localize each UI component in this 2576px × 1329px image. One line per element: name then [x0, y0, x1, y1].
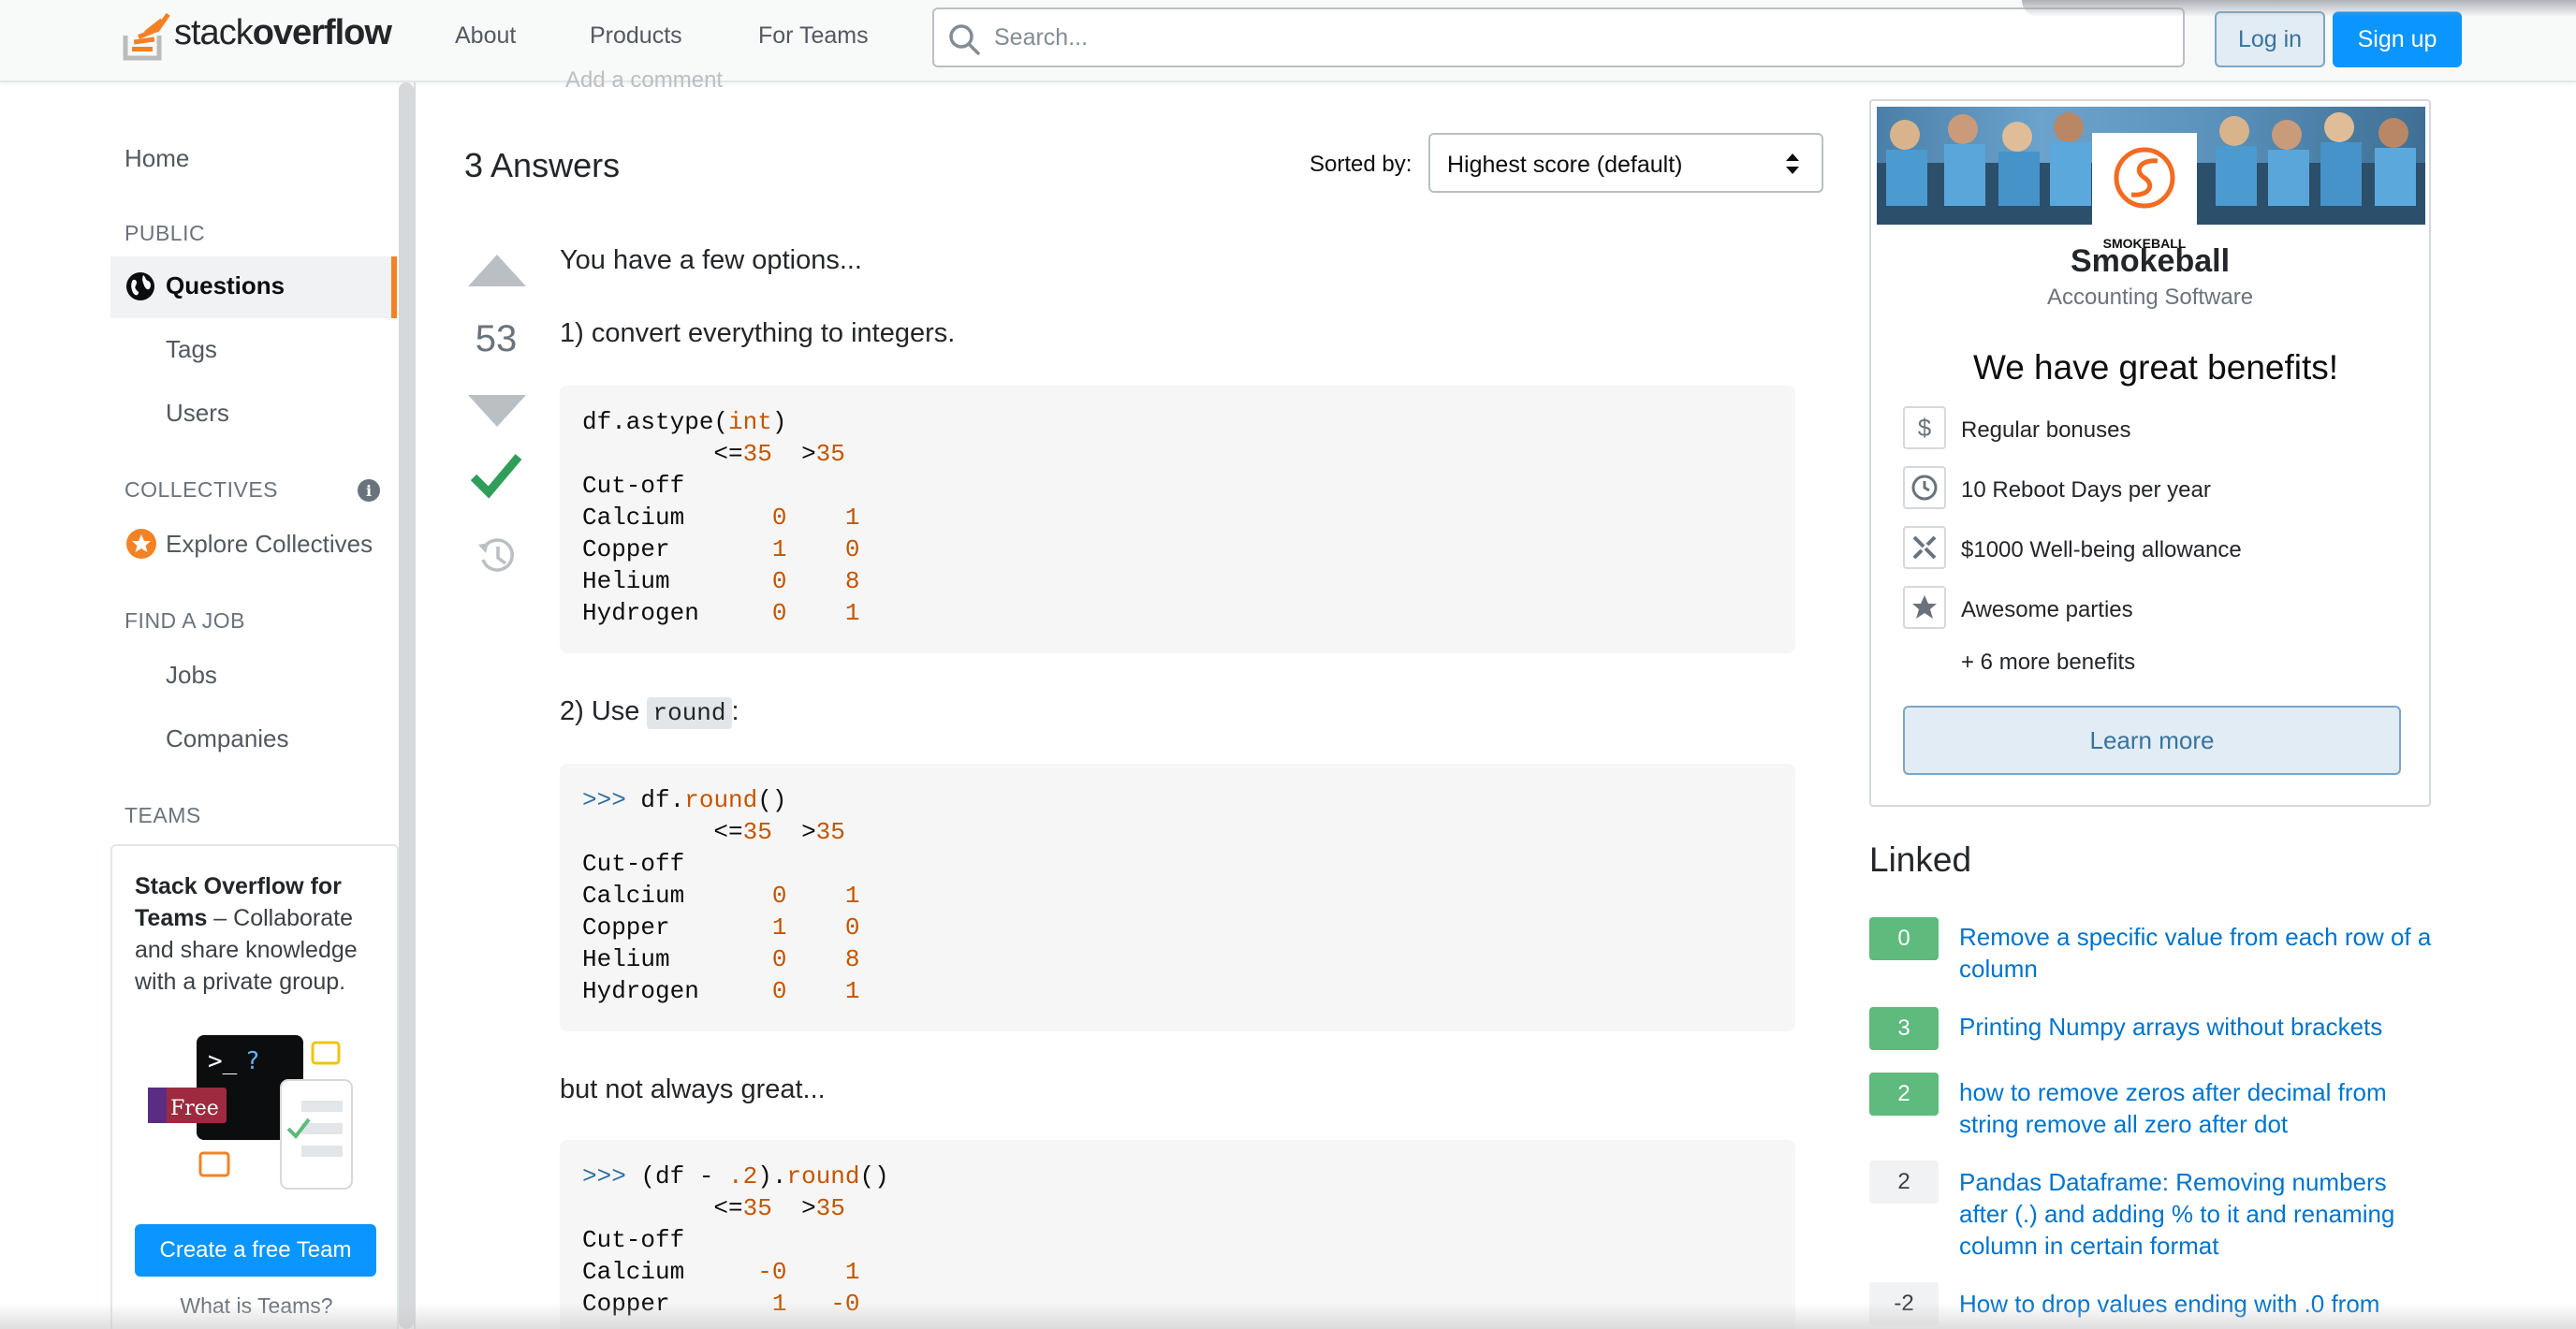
clock-icon — [1903, 466, 1946, 509]
globe-icon — [126, 272, 154, 300]
downvote-icon[interactable] — [466, 391, 528, 429]
linked-heading: Linked — [1869, 840, 1972, 879]
linked-question-link[interactable]: Printing Numpy arrays without brackets — [1959, 1011, 2438, 1043]
logo-wordmark: stackoverflow — [174, 12, 392, 52]
linked-question-link[interactable]: Remove a specific value from each row of… — [1959, 921, 2438, 985]
smokeball-logo-icon — [2114, 147, 2175, 209]
sidebar-item-questions-label: Questions — [166, 271, 285, 299]
search-input[interactable]: Search... — [932, 7, 2185, 67]
sort-select[interactable]: Highest score (default) — [1428, 133, 1823, 193]
overlay-shadow — [2022, 0, 2576, 17]
sidebar-item-tags[interactable]: Tags — [166, 335, 217, 364]
upvote-icon[interactable] — [466, 253, 528, 290]
svg-text:?: ? — [245, 1047, 260, 1075]
add-comment-link[interactable]: Add a comment — [565, 67, 723, 94]
sidebar-scrollbar[interactable] — [399, 82, 414, 1329]
benefit-item: 10 Reboot Days per year — [1961, 477, 2211, 503]
dollar-icon: $ — [1903, 406, 1946, 449]
answer-paragraph-4: but not always great... — [560, 1074, 826, 1104]
linked-score-badge: 2 — [1869, 1073, 1939, 1116]
answer-paragraph-1: You have a few options... — [560, 245, 862, 275]
info-icon[interactable]: i — [358, 479, 380, 502]
history-icon[interactable] — [476, 535, 517, 577]
linked-score-badge: 2 — [1869, 1161, 1939, 1204]
ad-company-name[interactable]: Smokeball — [1871, 243, 2429, 280]
answer-paragraph-3: 2) Use round: — [560, 696, 739, 729]
wellness-icon — [1903, 526, 1946, 569]
free-badge: Free — [170, 1097, 219, 1120]
code-block-2: >>> df.round() <=35 >35 Cut-off Calcium … — [560, 764, 1795, 1031]
sidebar-heading-teams: TEAMS — [124, 803, 201, 827]
login-button[interactable]: Log in — [2215, 11, 2325, 67]
sidebar-heading-public: PUBLIC — [124, 221, 206, 245]
linked-question-link[interactable]: how to remove zeros after decimal from s… — [1959, 1076, 2438, 1140]
more-benefits[interactable]: + 6 more benefits — [1961, 650, 2135, 676]
bottom-fade — [0, 1303, 2576, 1329]
smokeball-logo: SMOKEBALL — [2092, 133, 2197, 258]
stackoverflow-logo-icon — [123, 12, 170, 61]
nav-about[interactable]: About — [440, 15, 531, 57]
benefit-item: Regular bonuses — [1961, 417, 2131, 443]
vote-count: 53 — [475, 318, 518, 359]
ad-company-subtitle: Accounting Software — [2046, 285, 2254, 310]
company-ad: SMOKEBALL Smokeball Accounting Software … — [1869, 99, 2431, 807]
collectives-icon — [126, 529, 156, 559]
sidebar-item-jobs[interactable]: Jobs — [166, 661, 217, 690]
sidebar-heading-collectives: COLLECTIVES — [124, 477, 278, 502]
ad-headline: We have great benefits! — [1972, 348, 2339, 387]
learn-more-button[interactable]: Learn more — [1903, 706, 2401, 775]
answers-heading: 3 Answers — [464, 146, 621, 184]
create-team-button[interactable]: Create a free Team — [135, 1224, 376, 1277]
linked-question-link[interactable]: Pandas Dataframe: Removing numbers after… — [1959, 1166, 2438, 1262]
sidebar-item-users[interactable]: Users — [166, 399, 229, 428]
sort-select-value: Highest score (default) — [1447, 152, 1683, 178]
linked-score-badge: 3 — [1869, 1007, 1939, 1050]
linked-score-badge: 0 — [1869, 917, 1939, 960]
teams-promo: Stack Overflow for Teams – Collaborate a… — [110, 844, 399, 1329]
search-placeholder: Search... — [994, 24, 1089, 51]
inline-code-round: round — [647, 697, 732, 729]
signup-button[interactable]: Sign up — [2333, 11, 2462, 67]
sort-label: Sorted by: — [1310, 152, 1412, 177]
sidebar-heading-find-job: FIND A JOB — [124, 608, 245, 633]
sidebar-item-explore-collectives[interactable]: Explore Collectives — [166, 530, 373, 559]
code-block-3: >>> (df - .2).round() <=35 >35 Cut-off C… — [560, 1140, 1795, 1329]
teams-promo-text: Stack Overflow for Teams – Collaborate a… — [135, 873, 358, 995]
sort-caret-icon — [1786, 153, 1799, 174]
benefit-item: Awesome parties — [1961, 597, 2133, 622]
star-icon — [1903, 586, 1946, 629]
site-logo[interactable]: stackoverflow — [122, 4, 392, 62]
answer-paragraph-2: 1) convert everything to integers. — [560, 318, 956, 348]
benefit-item: $1000 Well-being allowance — [1961, 537, 2242, 562]
sidebar-item-companies[interactable]: Companies — [166, 724, 289, 753]
code-block-1: df.astype(int) <=35 >35 Cut-off Calcium … — [560, 386, 1795, 653]
nav-products[interactable]: Products — [575, 15, 697, 57]
search-icon — [949, 24, 980, 55]
sidebar-item-home[interactable]: Home — [124, 144, 189, 173]
svg-text:>_: >_ — [208, 1047, 238, 1075]
nav-for-teams[interactable]: For Teams — [743, 15, 884, 57]
accepted-check-icon — [470, 454, 522, 499]
